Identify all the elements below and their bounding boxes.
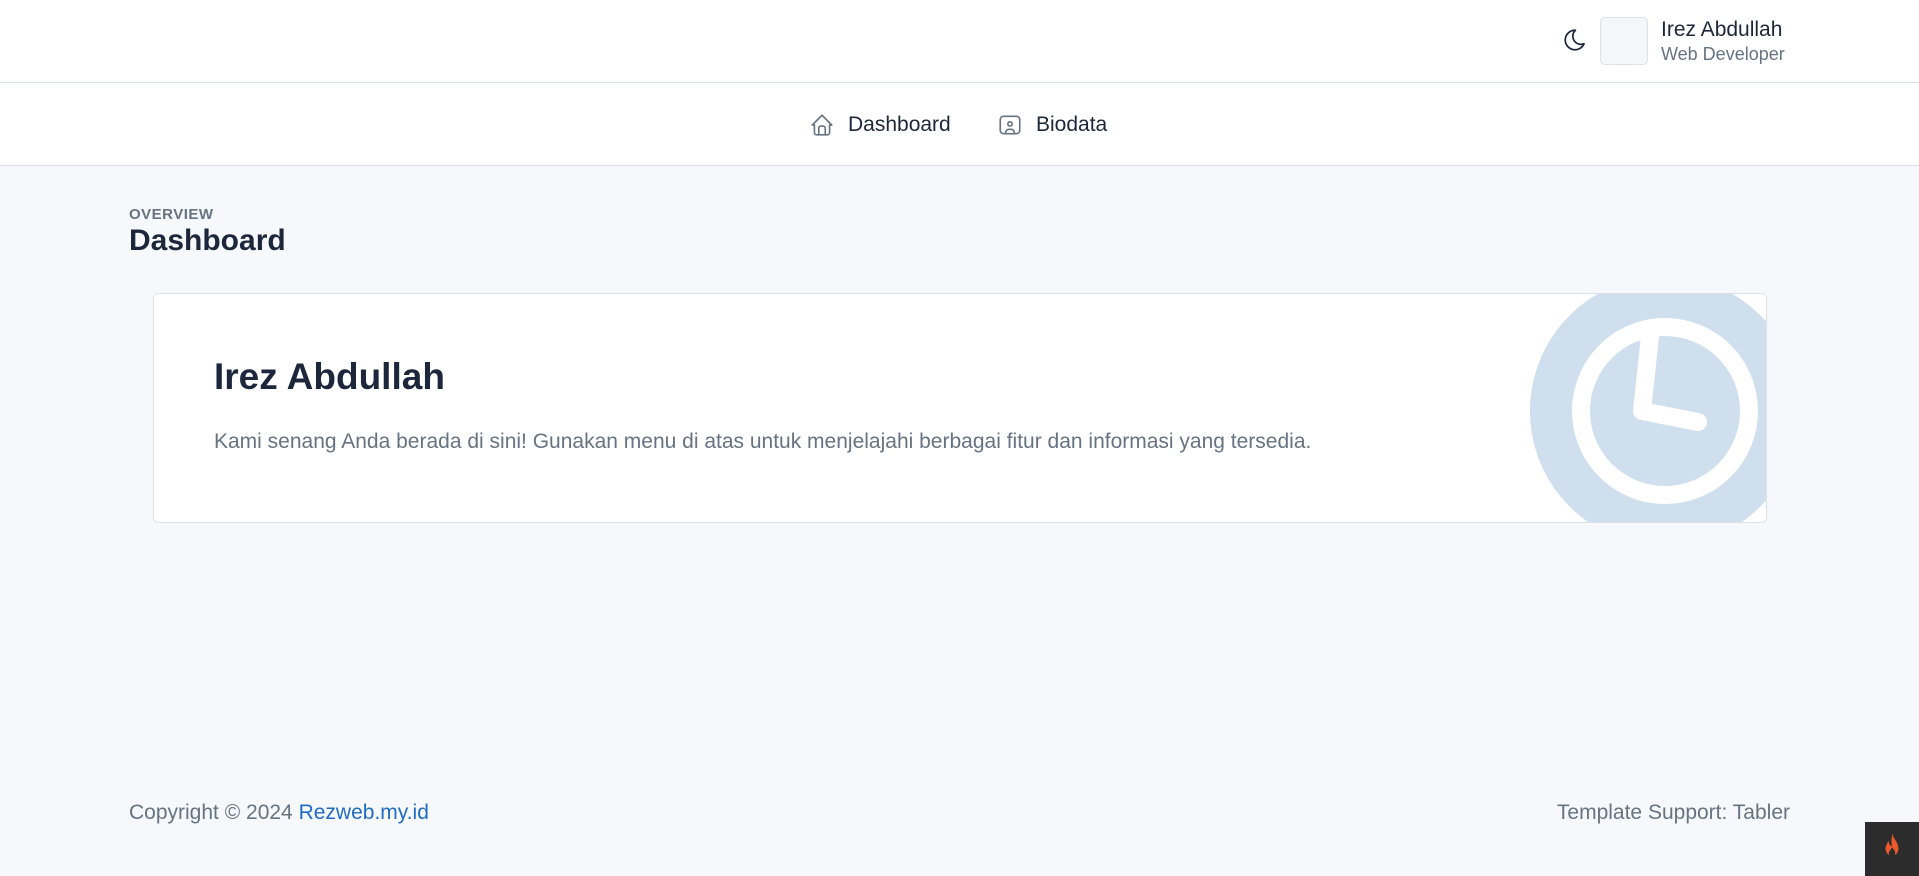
moon-icon — [1562, 27, 1588, 58]
footer-copyright: Copyright © 2024 Rezweb.my.id — [129, 801, 429, 825]
avatar[interactable] — [1600, 17, 1648, 65]
debug-toolbar-button[interactable] — [1865, 822, 1919, 876]
user-info[interactable]: Irez Abdullah Web Developer — [1661, 17, 1785, 66]
footer-template-support: Template Support: Tabler — [1556, 801, 1790, 824]
page-title: Dashboard — [129, 224, 286, 257]
footer-site-link[interactable]: Rezweb.my.id — [299, 801, 429, 824]
nav-item-label: Dashboard — [848, 113, 951, 136]
welcome-card-title: Irez Abdullah — [214, 356, 445, 397]
nav-item-biodata[interactable]: Biodata — [996, 109, 1107, 141]
home-icon — [808, 111, 836, 139]
nav-item-label: Biodata — [1036, 113, 1108, 136]
clock-icon — [1530, 294, 1766, 522]
welcome-card-text: Kami senang Anda berada di sini! Gunakan… — [214, 430, 1312, 453]
welcome-card: Irez Abdullah Kami senang Anda berada di… — [153, 293, 1767, 523]
nav-item-dashboard[interactable]: Dashboard — [808, 109, 951, 141]
theme-toggle-button[interactable] — [1561, 28, 1589, 56]
main-nav: Dashboard Biodata — [0, 83, 1919, 166]
user-name: Irez Abdullah — [1661, 18, 1783, 41]
user-badge-icon — [996, 111, 1024, 139]
top-bar: Irez Abdullah Web Developer — [0, 0, 1919, 83]
copyright-text: Copyright © 2024 — [129, 801, 299, 824]
page-pretitle: OVERVIEW — [129, 206, 214, 223]
flame-icon — [1879, 832, 1905, 867]
user-role: Web Developer — [1661, 44, 1785, 65]
